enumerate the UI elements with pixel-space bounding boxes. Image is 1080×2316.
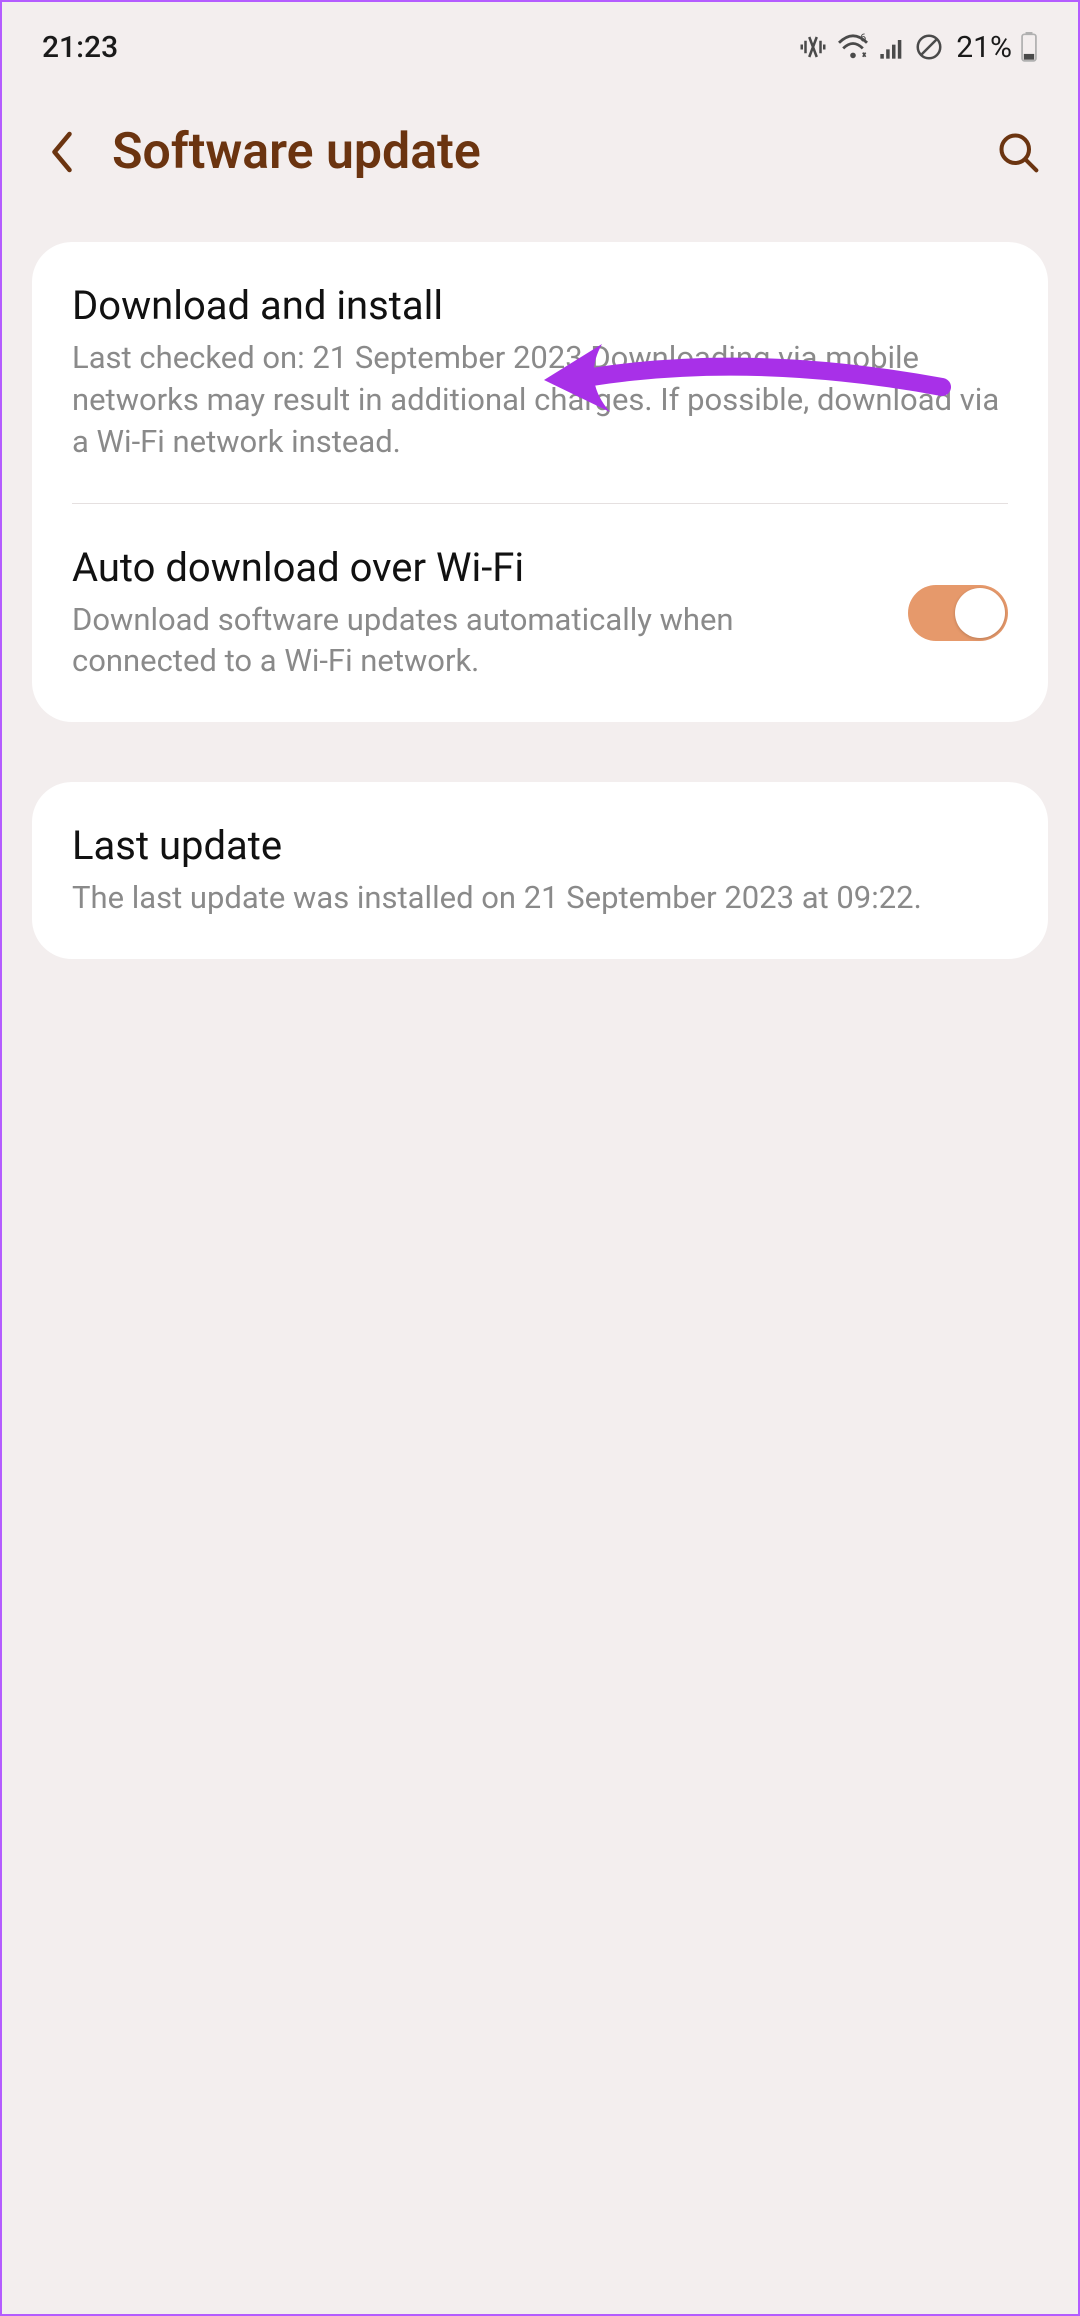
svg-text:6: 6 <box>860 33 866 44</box>
clock: 21:23 <box>42 30 118 65</box>
last-update-subtitle: The last update was installed on 21 Sept… <box>72 877 1008 919</box>
auto-download-toggle[interactable] <box>908 585 1008 641</box>
status-bar: 21:23 6 21% <box>2 2 1078 82</box>
search-button[interactable] <box>988 122 1048 182</box>
mute-icon <box>798 32 828 62</box>
wifi-icon: 6 <box>836 33 870 61</box>
last-update-item[interactable]: Last update The last update was installe… <box>32 782 1048 959</box>
download-install-subtitle: Last checked on: 21 September 2023 Downl… <box>72 337 1008 463</box>
auto-download-item[interactable]: Auto download over Wi-Fi Download softwa… <box>32 504 1048 723</box>
download-install-item[interactable]: Download and install Last checked on: 21… <box>32 242 1048 503</box>
last-update-card: Last update The last update was installe… <box>32 782 1048 959</box>
last-update-title: Last update <box>72 822 1008 869</box>
toggle-knob <box>955 588 1005 638</box>
page-title: Software update <box>112 123 988 181</box>
signal-icon <box>878 33 906 61</box>
battery-icon <box>1020 32 1038 62</box>
search-icon <box>996 130 1040 174</box>
status-icons: 6 21% <box>798 30 1038 65</box>
update-card: Download and install Last checked on: 21… <box>32 242 1048 722</box>
header: Software update <box>2 82 1078 242</box>
chevron-left-icon <box>44 128 80 176</box>
no-entry-icon <box>914 32 944 62</box>
back-button[interactable] <box>32 122 92 182</box>
auto-download-title: Auto download over Wi-Fi <box>72 544 878 591</box>
auto-download-subtitle: Download software updates automatically … <box>72 599 878 683</box>
battery-percent: 21% <box>956 30 1012 65</box>
download-install-title: Download and install <box>72 282 1008 329</box>
